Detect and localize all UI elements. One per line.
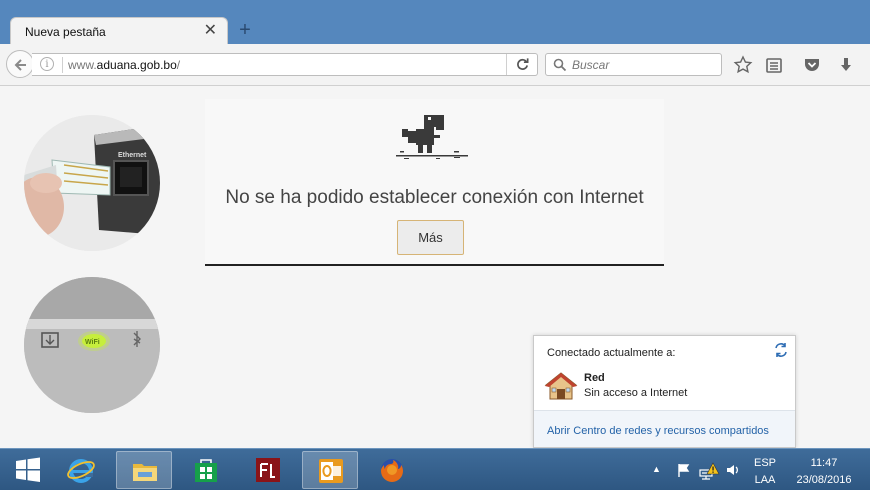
action-center-flag-icon[interactable] (676, 462, 692, 478)
clock-date[interactable]: 23/08/2016 (786, 474, 862, 486)
outlook-icon (319, 459, 343, 483)
show-hidden-icons-button[interactable]: ▲ (652, 464, 661, 474)
router-wifi-label: WiFi (85, 339, 100, 346)
tab-nueva-pestana[interactable]: Nueva pestaña ✕ (10, 17, 228, 45)
flash-button[interactable] (240, 451, 296, 489)
flash-icon (256, 458, 280, 482)
reload-separator (506, 54, 507, 75)
url-host: aduana.gob.bo (96, 58, 177, 72)
internet-explorer-icon (67, 459, 95, 483)
windows-logo-icon (16, 457, 40, 482)
bookmarks-menu-icon[interactable] (764, 55, 784, 75)
outlook-button[interactable] (302, 451, 358, 489)
new-tab-button[interactable]: + (234, 18, 256, 42)
clock-time[interactable]: 11:47 (786, 457, 862, 469)
store-icon (195, 459, 217, 482)
ethernet-cable-photo: Ethernet (24, 115, 160, 251)
router-leds-illustration: WiFi (24, 277, 160, 413)
pocket-icon[interactable] (802, 55, 822, 75)
ethernet-label: Ethernet (118, 152, 147, 159)
back-arrow-icon (14, 59, 26, 71)
page-content: Ethernet WiFi No se ha podido establecer… (0, 86, 870, 448)
keyboard-layout-indicator[interactable]: LAA (754, 474, 776, 486)
connected-label: Conectado actualmente a: (547, 347, 676, 359)
file-explorer-button[interactable] (116, 451, 172, 489)
network-flyout: Conectado actualmente a: Red Sin acceso … (533, 335, 796, 448)
start-button[interactable] (0, 451, 56, 489)
navigation-toolbar: i www.aduana.gob.bo/ Buscar (0, 44, 870, 86)
url-bar[interactable]: i www.aduana.gob.bo/ (32, 53, 538, 76)
router-leds-photo: WiFi (24, 277, 160, 413)
network-name: Red (584, 372, 605, 384)
url-prefix: www. (68, 58, 97, 72)
reload-icon[interactable] (515, 57, 530, 72)
dinosaur-icon (396, 115, 468, 159)
network-flyout-footer: Abrir Centro de redes y recursos compart… (534, 410, 795, 447)
house-network-icon (544, 372, 578, 400)
ethernet-cable-illustration: Ethernet (24, 115, 160, 251)
search-icon (553, 58, 567, 72)
volume-icon[interactable] (725, 462, 741, 478)
bookmark-star-icon[interactable] (733, 55, 753, 75)
downloads-icon[interactable] (836, 55, 856, 75)
url-separator (62, 57, 63, 73)
firefox-icon (381, 459, 403, 482)
open-network-center-link[interactable]: Abrir Centro de redes y recursos compart… (547, 425, 769, 437)
store-button[interactable] (178, 451, 234, 489)
url-text[interactable]: www.aduana.gob.bo/ (68, 58, 180, 72)
tab-title: Nueva pestaña (25, 25, 106, 39)
info-icon[interactable]: i (40, 57, 54, 71)
tab-strip: Nueva pestaña ✕ + (0, 0, 870, 45)
search-input[interactable]: Buscar (572, 58, 609, 72)
url-suffix: / (176, 58, 181, 72)
tab-close-icon[interactable]: ✕ (204, 22, 217, 40)
connection-error-panel: No se ha podido establecer conexión con … (205, 99, 664, 266)
error-title: No se ha podido establecer conexión con … (225, 187, 644, 208)
search-bar[interactable]: Buscar (545, 53, 722, 76)
language-indicator[interactable]: ESP (754, 457, 776, 469)
network-warning-icon[interactable] (698, 462, 720, 480)
back-button[interactable] (6, 50, 34, 78)
firefox-button[interactable] (364, 451, 420, 489)
internet-explorer-button[interactable] (53, 451, 109, 489)
network-refresh-icon[interactable] (773, 342, 789, 358)
folder-icon (133, 464, 157, 481)
network-status: Sin acceso a Internet (584, 387, 688, 399)
more-button[interactable]: Más (397, 220, 464, 255)
taskbar: ▲ ESP LAA 11:47 23/08/2016 (0, 448, 870, 490)
